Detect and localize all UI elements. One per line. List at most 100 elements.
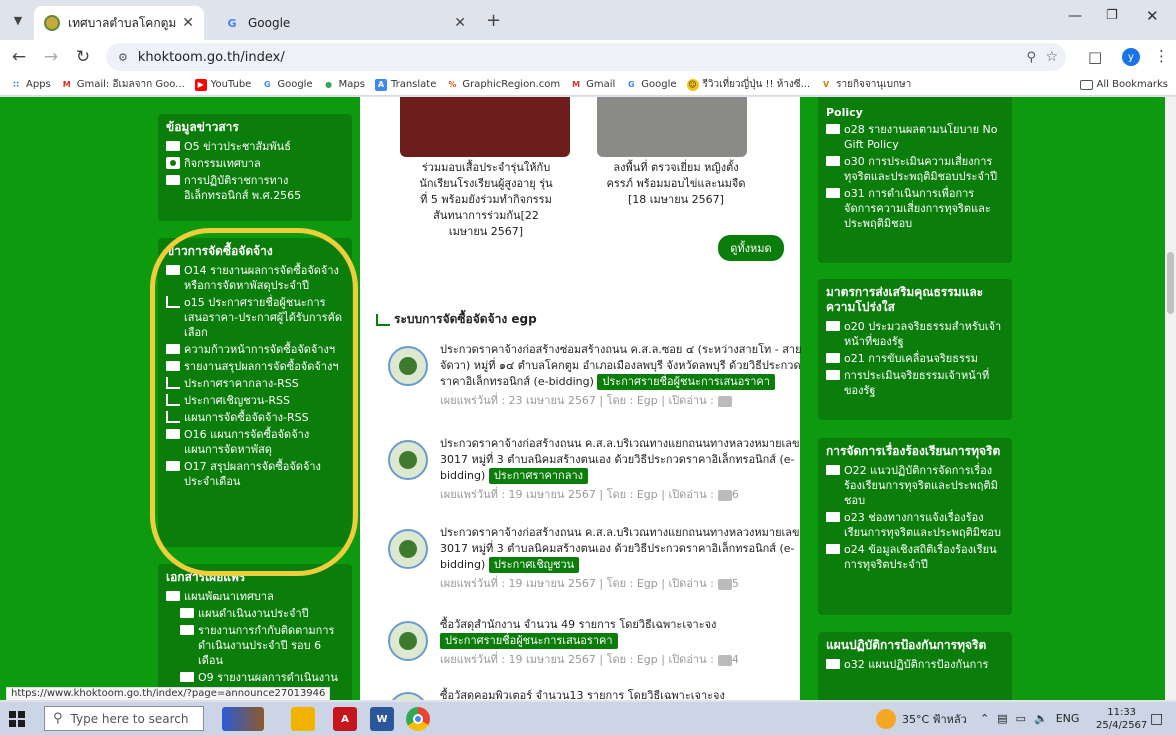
close-icon[interactable]: ✕ <box>182 15 194 31</box>
egp-item-5[interactable]: ซื้อวัสดุคอมพิวเตอร์ จำนวน13 รายการ โดยว… <box>388 688 808 700</box>
menu-item-o23[interactable]: o23 ช่องทางการแจ้งเรื่องร้องเรียนการทุจร… <box>826 510 1004 540</box>
menu-item-o20[interactable]: o20 ประมวลจริยธรรมสำหรับเจ้าหน้าที่ของรั… <box>826 319 1004 349</box>
clock[interactable]: 11:33 25/4/2567 <box>1096 702 1147 735</box>
weather-widget[interactable]: 35°C ฟ้าหลัว <box>876 702 967 735</box>
menu-item-annual-plan[interactable]: แผนดำเนินงานประจำปี <box>166 606 344 621</box>
restore-button[interactable]: ❐ <box>1106 8 1118 23</box>
egp-tag[interactable]: ประกาศรายชื่อผู้ชนะการเสนอราคา <box>597 374 775 390</box>
menu-item-plan-rss[interactable]: แผนการจัดซื้อจัดจ้าง-RSS <box>166 410 344 425</box>
folder-icon <box>826 544 840 554</box>
bookmark-apps[interactable]: ∷ Apps <box>10 79 51 91</box>
menu-item-policy-cont[interactable]: Policy <box>826 105 1004 120</box>
acrobat-icon[interactable]: A <box>333 707 357 731</box>
start-button[interactable] <box>0 702 34 735</box>
reload-button[interactable]: ↻ <box>70 44 96 70</box>
menu-item-ethics-eval[interactable]: การประเมินจริยธรรมเจ้าหน้าที่ของรัฐ <box>826 368 1004 398</box>
bookmark-maps[interactable]: ● Maps <box>323 79 365 91</box>
egp-item-1[interactable]: ประกวดราคาจ้างก่อสร้างซ่อมสร้างถนน ค.ส.ล… <box>388 342 808 422</box>
menu-item-o21[interactable]: o21 การขับเคลื่อนจริยธรรม <box>826 351 1004 366</box>
news-photo-1[interactable] <box>400 97 570 157</box>
bookmark-gazette[interactable]: V รายกิจจานุเบกษา <box>820 77 911 92</box>
menu-item-pr-news[interactable]: O5 ข่าวประชาสัมพันธ์ <box>166 139 344 154</box>
file-explorer-icon[interactable] <box>291 707 315 731</box>
word-icon[interactable]: W <box>370 707 394 731</box>
menu-item-o9[interactable]: O9 รายงานผลการดำเนินงาน <box>166 670 344 685</box>
tab-search-button[interactable]: ▼ <box>8 10 28 30</box>
menu-item-progress[interactable]: ความก้าวหน้าการจัดซื้อจัดจ้างฯ <box>166 342 344 357</box>
google-g-icon: G <box>227 16 237 30</box>
egp-meta-text: เผยแพร่วันที่ : 19 เมษายน 2567 | โดย : E… <box>440 653 714 666</box>
camera-icon <box>166 157 180 169</box>
forward-button[interactable]: → <box>38 44 64 70</box>
news-photo-2[interactable] <box>597 97 747 157</box>
menu-item-o22[interactable]: O22 แนวปฏิบัติการจัดการเรื่องร้องเรียนกา… <box>826 463 1004 508</box>
tab-khoktoom[interactable]: เทศบาลตำบลโคกตูม อำเภอเมืองลพบ ✕ <box>34 6 204 40</box>
bookmark-google-2[interactable]: G Google <box>625 79 677 91</box>
egp-item-3[interactable]: ประกวดราคาจ้างก่อสร้างถนน ค.ส.ล.บริเวณทา… <box>388 525 808 605</box>
view-all-button[interactable]: ดูทั้งหมด <box>718 235 784 261</box>
egp-item-title[interactable]: ซื้อวัสดุสำนักงาน จำนวน 49 รายการ โดยวิธ… <box>440 618 716 631</box>
news-caption-1[interactable]: ร่วมมอบเสื้อประจำรุ่นให้กับนักเรียนโรงเร… <box>416 160 556 240</box>
menu-item-o14[interactable]: O14 รายงานผลการจัดซื้อจัดจ้างหรือการจัดห… <box>166 263 344 293</box>
bookmark-label: YouTube <box>210 79 252 90</box>
menu-item-median-price-rss[interactable]: ประกาศราคากลาง-RSS <box>166 376 344 391</box>
close-icon[interactable]: ✕ <box>454 15 466 31</box>
sports-widget-icon[interactable] <box>222 707 264 731</box>
menu-item-invitation-rss[interactable]: ประกาศเชิญชวน-RSS <box>166 393 344 408</box>
extensions-icon[interactable]: □ <box>1088 48 1102 66</box>
all-bookmarks[interactable]: All Bookmarks <box>1079 79 1168 90</box>
menu-icon[interactable]: ⋮ <box>1154 47 1169 65</box>
network-icon[interactable]: ▤ <box>997 712 1007 725</box>
bookmark-graphicregion[interactable]: % GraphicRegion.com <box>446 79 560 91</box>
back-button[interactable]: ← <box>6 44 32 70</box>
menu-item-o32[interactable]: o32 แผนปฏิบัติการป้องกันการ <box>826 657 1004 672</box>
close-window-button[interactable]: ✕ <box>1146 7 1159 25</box>
scrollbar-thumb[interactable] <box>1167 252 1174 314</box>
zoom-icon[interactable]: ⚲ <box>1026 50 1036 65</box>
bookmark-star-icon[interactable]: ☆ <box>1045 49 1058 65</box>
menu-item-o17[interactable]: O17 สรุปผลการจัดซื้อจัดจ้างประจำเดือน <box>166 459 344 489</box>
menu-item-o24[interactable]: o24 ข้อมูลเชิงสถิติเรื่องร้องเรียนการทุจ… <box>826 542 1004 572</box>
menu-item-o28[interactable]: o28 รายงานผลตามนโยบาย No Gift Policy <box>826 122 1004 152</box>
address-bar[interactable]: ⚙ khoktoom.go.th/index/ ⚲ ☆ <box>106 43 1066 71</box>
taskbar-search[interactable]: ⚲ Type here to search <box>44 706 204 731</box>
site-info-icon[interactable]: ⚙ <box>118 51 128 64</box>
box-title: แผนปฏิบัติการป้องกันการทุจริต <box>826 638 987 652</box>
bookmark-gmail[interactable]: M Gmail <box>570 79 615 91</box>
tab-google[interactable]: G Google ✕ <box>214 6 476 40</box>
bookmark-japan-review[interactable]: ☺ รีวิวเที่ยวญี่ปุ่น !! ห้างซี... <box>686 77 810 92</box>
box-title: การจัดการเรื่องร้องเรียนการทุจริต <box>826 444 1001 458</box>
chrome-icon[interactable] <box>406 707 430 731</box>
egp-tag[interactable]: ประกาศเชิญชวน <box>488 557 580 573</box>
page-scrollbar[interactable] <box>1165 97 1176 700</box>
system-tray[interactable]: ⌃ ▤ ▭ 🔈 ENG <box>980 702 1079 735</box>
menu-item-dev-plan[interactable]: แผนพัฒนาเทศบาล <box>166 589 344 604</box>
menu-item-summary[interactable]: รายงานสรุปผลการจัดซื้อจัดจ้างฯ <box>166 359 344 374</box>
menu-item-o30[interactable]: o30 การประเมินความเสี่ยงการทุจริตและประพ… <box>826 154 1004 184</box>
input-language[interactable]: ENG <box>1056 712 1080 725</box>
egp-item-2[interactable]: ประกวดราคาจ้างก่อสร้างถนน ค.ส.ล.บริเวณทา… <box>388 436 808 516</box>
display-icon[interactable]: ▭ <box>1016 712 1026 725</box>
menu-item-o16[interactable]: O16 แผนการจัดซื้อจัดจ้างแผนการจัดหาพัสดุ <box>166 427 344 457</box>
menu-item-o31[interactable]: o31 การดำเนินการเพื่อการจัดการความเสี่ยง… <box>826 186 1004 231</box>
menu-item-6month-report[interactable]: รายงานการกำกับติดตามการดำเนินงานประจำปี … <box>166 623 344 668</box>
news-caption-2[interactable]: ลงพื้นที่ ตรวจเยี่ยม หญิงตั้งครรภ์ พร้อม… <box>606 160 746 208</box>
volume-icon[interactable]: 🔈 <box>1034 712 1048 725</box>
egp-item-4[interactable]: ซื้อวัสดุสำนักงาน จำนวน 49 รายการ โดยวิธ… <box>388 617 808 697</box>
profile-avatar[interactable]: y <box>1122 48 1140 66</box>
bookmark-google[interactable]: G Google <box>261 79 313 91</box>
minimize-button[interactable]: — <box>1068 8 1082 24</box>
notification-icon[interactable]: □ <box>1150 702 1163 735</box>
egp-tag[interactable]: ประกาศรายชื่อผู้ชนะการเสนอราคา <box>440 633 618 649</box>
egp-tag[interactable]: ประกาศราคากลาง <box>488 468 588 484</box>
chevron-up-icon[interactable]: ⌃ <box>980 712 989 725</box>
new-tab-button[interactable]: + <box>486 10 501 31</box>
menu-item-o15[interactable]: o15 ประกาศรายชื่อผู้ชนะการเสนอราคา-ประกา… <box>166 295 344 340</box>
menu-label: o15 ประกาศรายชื่อผู้ชนะการเสนอราคา-ประกา… <box>184 296 343 339</box>
menu-item-activities[interactable]: กิจกรรมเทศบาล <box>166 156 344 171</box>
egp-item-title[interactable]: ซื้อวัสดุคอมพิวเตอร์ จำนวน13 รายการ โดยว… <box>440 689 725 700</box>
bookmark-translate[interactable]: A Translate <box>374 78 436 91</box>
menu-item-e-government[interactable]: การปฏิบัติราชการทางอิเล็กทรอนิกส์ พ.ศ.25… <box>166 173 344 203</box>
bookmark-gmail-goo[interactable]: M Gmail: อีเมลจาก Goo... <box>61 77 185 92</box>
bookmark-youtube[interactable]: ▶ YouTube <box>194 78 252 91</box>
